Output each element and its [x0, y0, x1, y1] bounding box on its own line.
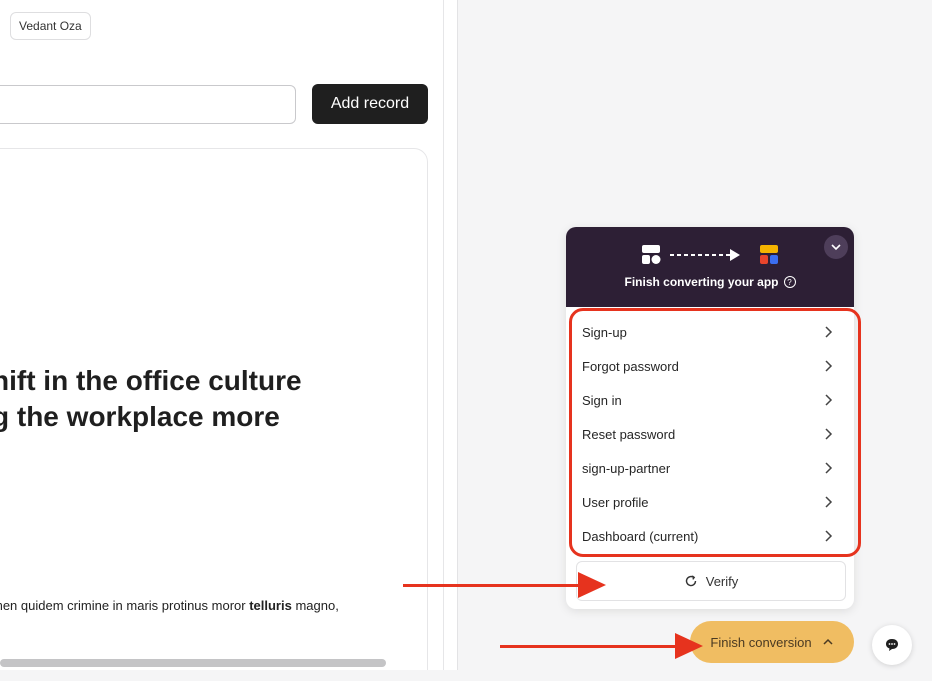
app-preview-frame: Vedant Oza Add record hift in the office…: [0, 0, 458, 670]
chevron-right-icon: [825, 360, 833, 372]
user-chip[interactable]: Vedant Oza: [10, 12, 91, 40]
chevron-down-icon: [831, 244, 841, 251]
chevron-right-icon: [825, 428, 833, 440]
step-item-sign-up-partner[interactable]: sign-up-partner: [566, 451, 854, 485]
headline-line-1: hift in the office culture: [0, 365, 302, 396]
step-item-forgot-password[interactable]: Forgot password: [566, 349, 854, 383]
arrowhead-icon: [578, 572, 606, 598]
horizontal-scrollbar[interactable]: [0, 659, 386, 667]
body-text-start: men quidem crimine in maris protinus mor…: [0, 598, 250, 613]
finish-conversion-button[interactable]: Finish conversion: [690, 621, 854, 663]
step-label: Forgot password: [582, 358, 679, 374]
add-record-button[interactable]: Add record: [312, 84, 428, 124]
annotation-arrow-verify: [403, 584, 583, 587]
step-label: Sign in: [582, 392, 622, 408]
step-item-reset-password[interactable]: Reset password: [566, 417, 854, 451]
step-label: Sign-up: [582, 324, 627, 340]
conversion-step-list: Sign-up Forgot password Sign in Reset pa…: [566, 315, 854, 553]
chevron-up-icon: [823, 638, 833, 645]
add-record-label: Add record: [330, 95, 410, 112]
step-label: sign-up-partner: [582, 460, 671, 476]
article-headline: hift in the office culture g the workpla…: [0, 363, 452, 435]
step-label: User profile: [582, 494, 649, 510]
help-icon[interactable]: ?: [783, 276, 796, 288]
chevron-right-icon: [825, 530, 833, 542]
step-item-sign-up[interactable]: Sign-up: [566, 315, 854, 349]
finish-conversion-label: Finish conversion: [710, 634, 812, 650]
chevron-right-icon: [825, 496, 833, 508]
verify-label: Verify: [705, 573, 739, 589]
panel-title-text: Finish converting your app: [624, 275, 779, 289]
chevron-right-icon: [825, 326, 833, 338]
chevron-right-icon: [825, 462, 833, 474]
headline-line-2: g the workplace more: [0, 401, 280, 432]
step-label: Dashboard (current): [582, 528, 699, 544]
body-text-end: magno,: [291, 598, 339, 613]
panel-title: Finish converting your app ?: [566, 275, 854, 289]
body-text-bold: telluris: [249, 598, 292, 613]
article-body-text: men quidem crimine in maris protinus mor…: [0, 598, 339, 613]
step-label: Reset password: [582, 426, 676, 442]
frame-divider: [443, 0, 444, 670]
refresh-icon: [685, 575, 696, 587]
chat-button[interactable]: [872, 625, 912, 665]
user-name: Vedant Oza: [19, 19, 82, 33]
search-input[interactable]: [0, 85, 296, 124]
collapse-panel-button[interactable]: [824, 235, 848, 259]
arrowhead-icon: [675, 633, 703, 659]
conversion-flow-icon: [642, 245, 778, 264]
panel-header: Finish converting your app ?: [566, 227, 854, 307]
step-item-sign-in[interactable]: Sign in: [566, 383, 854, 417]
step-item-user-profile[interactable]: User profile: [566, 485, 854, 519]
step-item-dashboard[interactable]: Dashboard (current): [566, 519, 854, 553]
conversion-panel: Finish converting your app ? Sign-up For…: [566, 227, 854, 609]
verify-button[interactable]: Verify: [576, 561, 846, 601]
chat-icon: [886, 639, 898, 651]
chevron-right-icon: [825, 394, 833, 406]
annotation-arrow-finish: [500, 645, 680, 648]
